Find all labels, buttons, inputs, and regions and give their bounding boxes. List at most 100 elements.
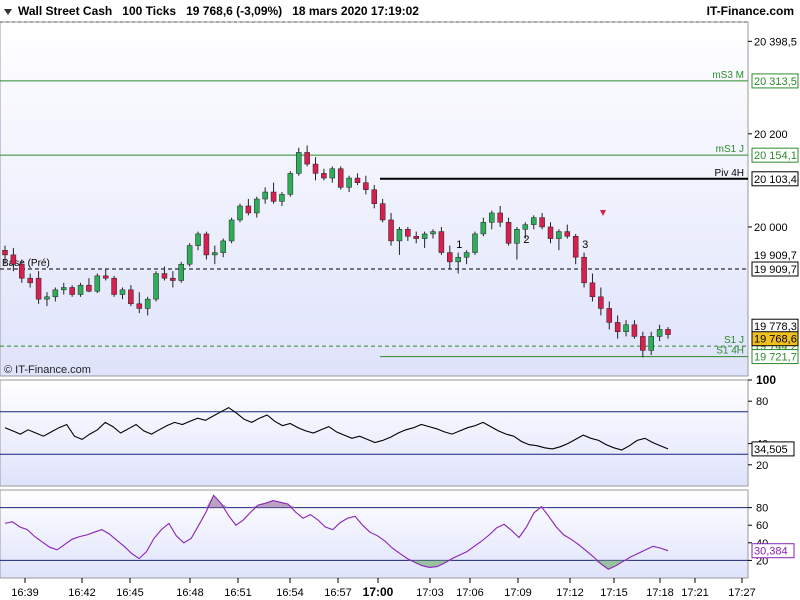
candle-body[interactable] [237,205,243,221]
candle-body[interactable] [623,324,629,332]
candle-body[interactable] [379,203,386,221]
x-tick-label: 16:54 [276,587,304,599]
price-tick-label: 20 398,5 [754,36,797,48]
candle-body[interactable] [119,289,126,295]
candle-body[interactable] [136,303,143,309]
candle-body[interactable] [530,217,537,225]
candle-body[interactable] [589,282,596,298]
candle-body[interactable] [195,233,201,246]
candle-body[interactable] [60,287,67,291]
candle-body[interactable] [321,173,327,179]
candle-body[interactable] [640,336,646,351]
candle-body[interactable] [44,296,50,300]
candle-body[interactable] [170,277,176,281]
candle-body[interactable] [102,275,109,279]
x-tick-label: 17:03 [416,587,444,599]
stoch-tick-label: 80 [756,503,768,515]
candle-body[interactable] [405,229,411,237]
candle-body[interactable] [262,191,268,200]
candle-body[interactable] [556,231,562,239]
candle-body[interactable] [371,189,378,204]
candle-body[interactable] [656,329,663,337]
candle-body[interactable] [287,173,294,195]
candle-body[interactable] [581,256,587,284]
candle-body[interactable] [497,212,503,223]
level-name-2: Piv 4H [715,168,744,179]
candle-body[interactable] [52,289,59,298]
candle-body[interactable] [77,284,84,295]
candle-body[interactable] [86,284,92,292]
rsi-panel[interactable] [0,379,749,487]
candle-body[interactable] [472,233,478,253]
rsi-tick-label: 20 [756,460,768,472]
candle-body[interactable] [245,205,252,214]
candle-body[interactable] [539,217,545,228]
candle-body[interactable] [220,240,226,253]
candle-body[interactable] [447,252,453,263]
candle-body[interactable] [614,322,621,332]
stoch-tick-label: 60 [756,520,768,532]
candle-body[interactable] [572,236,579,258]
candle-body[interactable] [455,256,461,263]
candle-body[interactable] [111,277,117,295]
candle-body[interactable] [228,219,235,242]
candle-body[interactable] [648,336,654,351]
x-tick-label: 16:42 [68,587,96,599]
candle-body[interactable] [598,296,604,309]
candle-body[interactable] [312,163,319,174]
candle-body[interactable] [35,277,42,300]
candle-body[interactable] [480,222,487,235]
wave-count-3: 3 [582,239,588,251]
candle-body[interactable] [631,324,638,337]
marker-label-last-price: 19 768,6 [754,334,797,346]
candle-body[interactable] [522,224,529,230]
candle-body[interactable] [505,222,512,244]
candle-body[interactable] [203,233,210,256]
candle-body[interactable] [254,198,260,214]
candle-body[interactable] [438,231,445,253]
candle-body[interactable] [396,229,403,242]
candle-body[interactable] [178,263,184,281]
candle-body[interactable] [212,252,218,256]
candle-body[interactable] [421,233,428,239]
candle-body[interactable] [606,308,613,323]
candle-body[interactable] [564,231,571,237]
candle-body[interactable] [547,226,554,239]
candle-body[interactable] [430,231,436,235]
candle-body[interactable] [295,152,302,174]
x-tick-label: 17:00 [363,585,394,599]
candle-body[interactable] [128,289,134,305]
candle-body[interactable] [337,168,344,188]
candle-body[interactable] [413,236,419,239]
candle-body[interactable] [161,273,168,279]
candle-body[interactable] [346,177,352,188]
watermark: © IT-Finance.com [4,364,91,376]
candle-body[interactable] [489,212,495,223]
candle-body[interactable] [186,245,193,265]
candle-body[interactable] [19,263,25,279]
candle-body[interactable] [2,249,8,256]
candle-body[interactable] [94,275,101,292]
level-axis-label-1: 20 154,1 [754,150,797,162]
candle-body[interactable] [69,287,75,295]
candle-body[interactable] [388,219,394,242]
price-tick-label: 20 200 [754,129,788,141]
candle-body[interactable] [354,177,361,183]
candle-body[interactable] [463,252,470,258]
candle-body[interactable] [514,229,520,244]
candle-body[interactable] [279,194,285,202]
candle-body[interactable] [153,273,159,300]
candle-body[interactable] [144,298,151,309]
candle-body[interactable] [329,168,336,179]
candle-body[interactable] [304,152,310,165]
x-tick-label: 17:09 [504,587,532,599]
candle-body[interactable] [270,191,277,202]
candle-body[interactable] [27,277,33,284]
candle-body[interactable] [363,182,369,190]
x-tick-label: 16:45 [116,587,144,599]
candle-body[interactable] [665,329,671,335]
chart-svg[interactable]: mS3 M mS1 J Piv 4H Base (Pré) S1 JS1 4H 1 2 3 2… [0,0,800,600]
rsi-tick-label: 100 [756,373,776,387]
x-tick-label: 16:57 [324,587,352,599]
candle-body[interactable] [10,254,17,265]
